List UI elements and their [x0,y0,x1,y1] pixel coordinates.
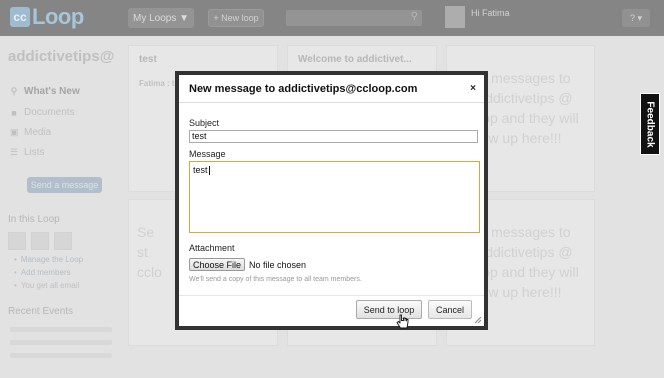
file-status: No file chosen [249,260,307,270]
send-to-loop-button[interactable]: Send to loop [356,300,422,319]
copy-note: We'll send a copy of this message to all… [189,276,362,283]
text-caret [208,166,210,176]
choose-file-button[interactable]: Choose File [189,258,245,271]
new-message-dialog: New message to addictivetips@ccloop.com … [175,71,488,330]
dialog-footer-divider [179,295,484,296]
subject-field[interactable]: test [189,130,478,143]
resize-handle-icon[interactable] [474,316,482,324]
cancel-button[interactable]: Cancel [428,300,472,319]
dialog-title: New message to addictivetips@ccloop.com [189,83,418,95]
message-text: test [193,165,208,175]
subject-label: Subject [189,118,220,128]
feedback-label: Feedback [644,100,656,148]
message-textarea[interactable]: test [189,161,480,233]
feedback-tab[interactable]: Feedback [640,93,660,155]
message-label: Message [189,149,226,159]
attachment-label: Attachment [189,243,235,253]
close-icon[interactable]: × [470,83,476,94]
dialog-header: New message to addictivetips@ccloop.com … [179,75,484,103]
hand-cursor-icon [396,314,409,329]
